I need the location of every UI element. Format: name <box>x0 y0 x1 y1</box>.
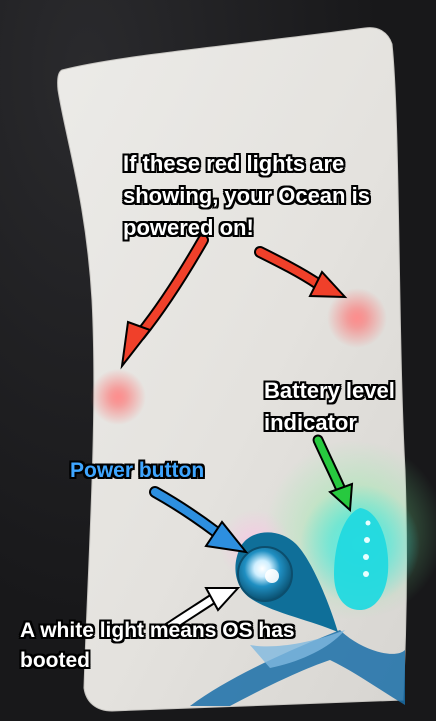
red-lights-annotation: If these red lights are showing, your Oc… <box>123 151 370 240</box>
white-light-annotation: A white light means OS has booted <box>20 619 295 673</box>
power-button-icon[interactable] <box>237 546 293 602</box>
power-button-light <box>265 569 279 583</box>
power-button-annotation: Power button <box>70 459 205 482</box>
red-light-left <box>90 369 146 425</box>
device-scene <box>57 27 436 712</box>
battery-annotation: Battery level indicator <box>264 378 395 435</box>
